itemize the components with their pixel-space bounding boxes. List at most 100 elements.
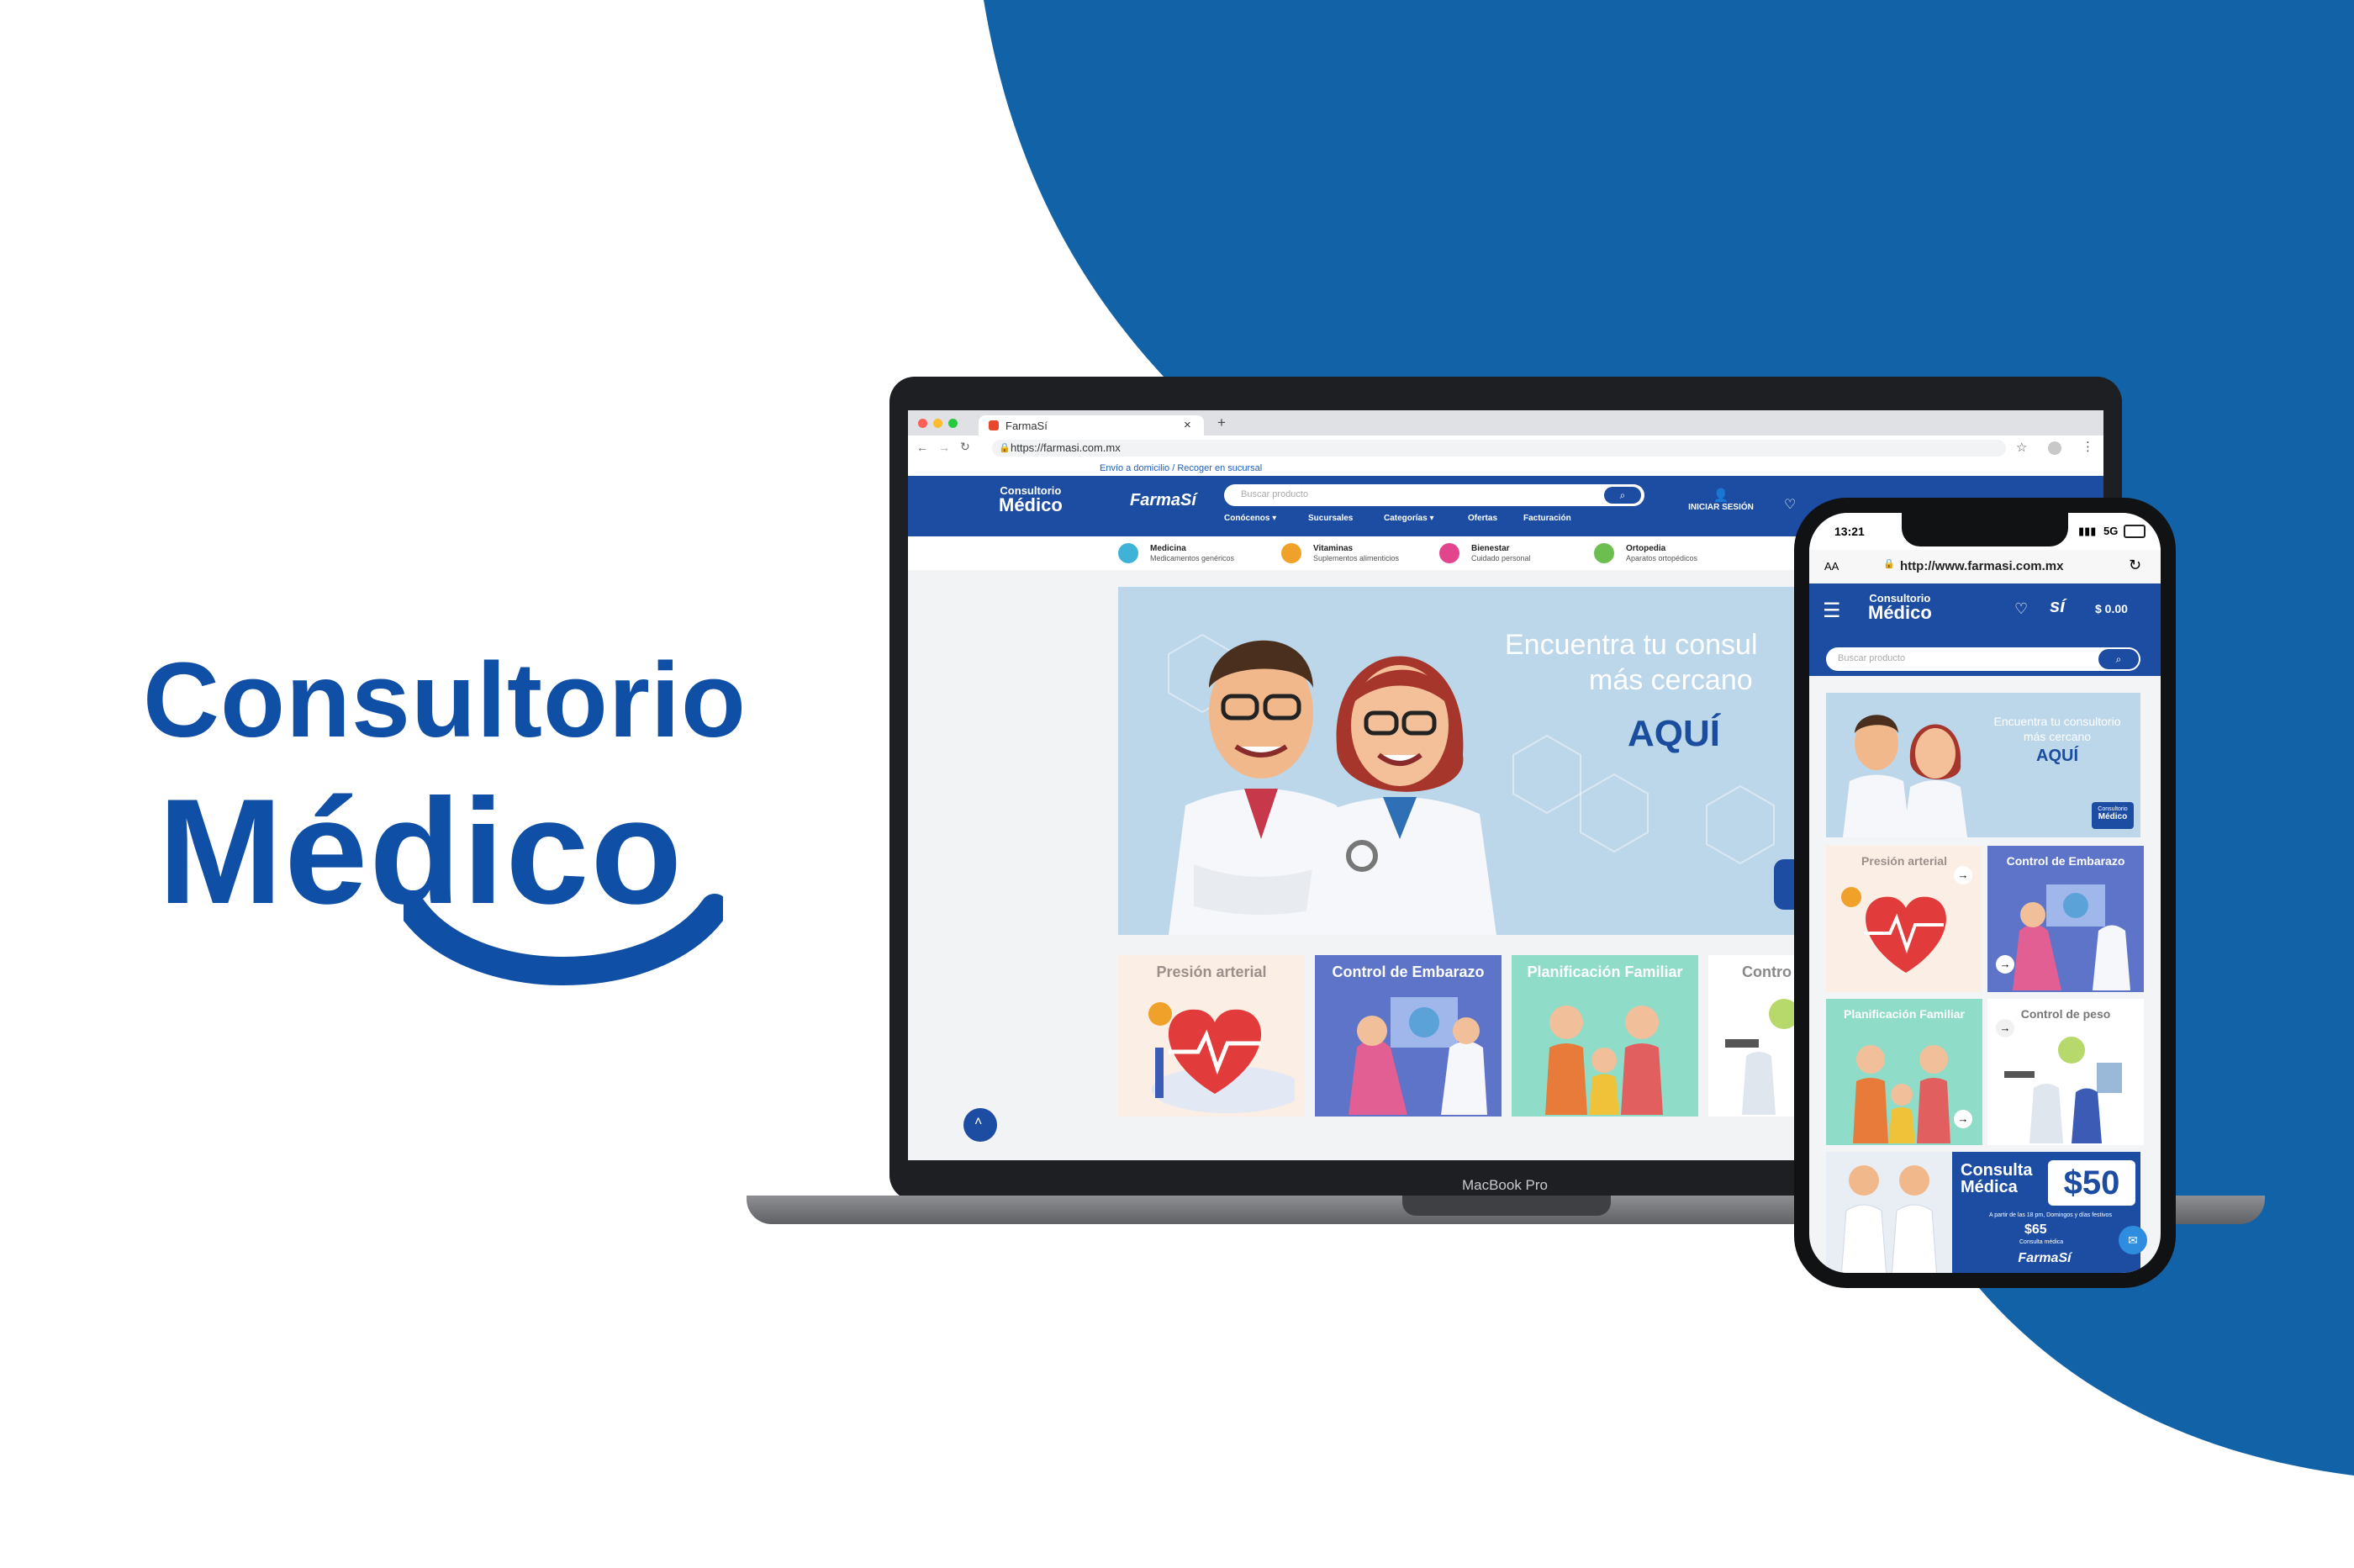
vitamins-icon (1281, 543, 1301, 563)
hero-cta[interactable]: AQUÍ (1628, 713, 1720, 755)
family-illustration (1545, 1006, 1663, 1115)
phone-search-input[interactable]: Buscar producto ⌕ (1826, 647, 2140, 671)
phone-address-bar: AA 🔒 http://www.farmasi.com.mx ↻ (1809, 550, 2161, 584)
arrow-right-icon[interactable]: → (1996, 1019, 2014, 1037)
hero-heading-line2: más cercano (1589, 664, 1753, 696)
card-title: Presión arterial (1861, 854, 1947, 868)
arrow-right-icon[interactable]: → (1954, 1110, 1972, 1128)
card-control-peso[interactable]: Contro (1708, 955, 1799, 1117)
reload-icon[interactable]: ↻ (2129, 557, 2141, 574)
phone-site-logo[interactable]: Consultorio Médico (1868, 592, 1932, 622)
card-title: Contro (1742, 964, 1792, 980)
weight-control-illustration (2004, 1037, 2122, 1143)
card-title: Presión arterial (1156, 964, 1267, 980)
card-title: Planificación Familiar (1527, 964, 1683, 980)
promo-note2: Consulta médica (2019, 1239, 2064, 1245)
category-subtitle: Cuidado personal (1471, 554, 1531, 562)
phone-url[interactable]: http://www.farmasi.com.mx (1900, 559, 2063, 573)
card-planificacion-familiar[interactable]: Planificación Familiar (1512, 955, 1698, 1117)
pregnancy-illustration (2013, 884, 2130, 990)
bookmark-star-icon[interactable]: ☆ (2016, 440, 2027, 455)
login-button[interactable]: 👤 INICIAR SESIÓN (1675, 488, 1767, 512)
phone-card-presion-arterial[interactable]: Presión arterial → (1826, 846, 1982, 992)
hamburger-menu-icon[interactable]: ☰ (1823, 599, 1841, 623)
nav-item-categorias[interactable]: Categorías ▾ (1384, 514, 1433, 523)
phone-promo-banner[interactable]: Consulta Médica $50 A partir de las 18 p… (1826, 1152, 2140, 1273)
promo-line1: Consulta (1961, 1161, 2033, 1180)
card-title: Control de Embarazo (2006, 854, 2125, 868)
phone-hero-line1: Encuentra tu consultorio (1993, 715, 2121, 728)
favorites-heart-icon[interactable]: ♡ (2014, 600, 2028, 618)
nav-item-facturacion[interactable]: Facturación (1523, 514, 1571, 523)
window-maximize-dot[interactable] (948, 419, 958, 428)
profile-avatar[interactable] (2048, 441, 2061, 455)
laptop-model-label: MacBook Pro (1461, 1177, 1549, 1193)
signal-icon: ▮▮▮ (2078, 525, 2097, 537)
phone-hero-badge: Consultorio Médico (2092, 802, 2134, 829)
browser-menu-icon[interactable]: ⋮ (2082, 439, 2094, 454)
card-title: Planificación Familiar (1844, 1007, 1965, 1021)
lock-icon: 🔒 (999, 443, 1011, 453)
card-control-embarazo[interactable]: Control de Embarazo (1315, 955, 1502, 1117)
category-title: Vitaminas (1313, 544, 1354, 553)
wellness-icon (1439, 543, 1459, 563)
window-minimize-dot[interactable] (933, 419, 942, 428)
arrow-right-icon[interactable]: → (1996, 955, 2014, 974)
site-logo[interactable]: Consultorio Médico (999, 484, 1063, 515)
category-subtitle: Aparatos ortopédicos (1626, 554, 1698, 562)
url-text: https://farmasi.com.mx (1011, 441, 1121, 454)
forward-icon[interactable]: → (938, 441, 950, 454)
browser-tab-bar: FarmaSí × + (908, 410, 2103, 436)
search-icon[interactable]: ⌕ (2098, 649, 2139, 669)
cart-total: $ 0.00 (2095, 602, 2128, 615)
badge-line1: Consultorio (2098, 806, 2128, 812)
phone-card-control-peso[interactable]: Control de peso → (1987, 999, 2144, 1145)
nav-item-sucursales[interactable]: Sucursales (1308, 514, 1353, 523)
arrow-right-icon[interactable]: → (1954, 866, 1972, 884)
phone-card-control-embarazo[interactable]: Control de Embarazo → (1987, 846, 2144, 992)
doctor-female-illustration (1303, 656, 1496, 935)
logo-title-line1: Consultorio (143, 641, 747, 759)
family-illustration (1853, 1045, 1950, 1143)
window-close-dot[interactable] (918, 419, 927, 428)
site-logo-line2: Médico (999, 494, 1063, 515)
orthopedics-icon (1594, 543, 1614, 563)
scroll-to-top-button[interactable]: ˄ (963, 1108, 997, 1142)
phone-status-bar: 13:21 ▮▮▮ 5G (1809, 513, 2161, 550)
phone-notch (1902, 513, 2068, 546)
laptop-notch (1402, 1196, 1611, 1216)
farmasi-logo[interactable]: FarmaSí (1130, 491, 1196, 510)
lock-icon: 🔒 (1883, 559, 1895, 569)
phone-hero-cta[interactable]: AQUÍ (1977, 747, 2137, 766)
text-size-button[interactable]: AA (1824, 560, 1839, 573)
new-tab-button[interactable]: + (1217, 414, 1226, 431)
reload-icon[interactable]: ↻ (960, 440, 970, 454)
browser-tab[interactable]: FarmaSí × (979, 415, 1204, 436)
cart-icon[interactable]: sí (2050, 595, 2065, 617)
card-presion-arterial[interactable]: Presión arterial (1118, 955, 1305, 1117)
card-title: Control de Embarazo (1332, 964, 1485, 980)
user-icon: 👤 (1713, 488, 1729, 503)
phone-hero-banner[interactable]: Encuentra tu consultorio más cercano AQU… (1826, 693, 2140, 837)
nav-item-ofertas[interactable]: Ofertas (1468, 514, 1497, 523)
chevron-up-icon: ˄ (974, 1115, 983, 1129)
favorites-heart-icon[interactable]: ♡ (1784, 496, 1796, 513)
heart-pressure-illustration (1148, 1002, 1295, 1113)
chat-bubble-icon[interactable]: ✉ (2119, 1226, 2147, 1254)
promo-price: $50 (2048, 1160, 2135, 1206)
delivery-link[interactable]: Envío a domicilio / Recoger en sucursal (1100, 463, 1262, 473)
close-tab-icon[interactable]: × (1184, 418, 1191, 432)
promo-note: A partir de las 18 pm, Domingos y días f… (1989, 1212, 2112, 1218)
search-placeholder: Buscar producto (1241, 489, 1309, 499)
category-title: Bienestar (1471, 544, 1510, 553)
search-icon[interactable]: ⌕ (1604, 487, 1641, 504)
back-icon[interactable]: ← (916, 441, 928, 454)
brand-logo: Consultorio Médico (143, 639, 765, 1000)
hero-heading-line1: Encuentra tu consul (1505, 629, 1758, 661)
phone-card-planificacion-familiar[interactable]: Planificación Familiar → (1826, 999, 1982, 1145)
promo-price2: $65 (2024, 1222, 2047, 1237)
tab-title: FarmaSí (1005, 420, 1048, 432)
site-search-input[interactable]: Buscar producto ⌕ (1224, 484, 1644, 506)
url-field[interactable]: 🔒 https://farmasi.com.mx (992, 440, 2006, 457)
nav-item-conocenos[interactable]: Conócenos ▾ (1224, 514, 1276, 523)
